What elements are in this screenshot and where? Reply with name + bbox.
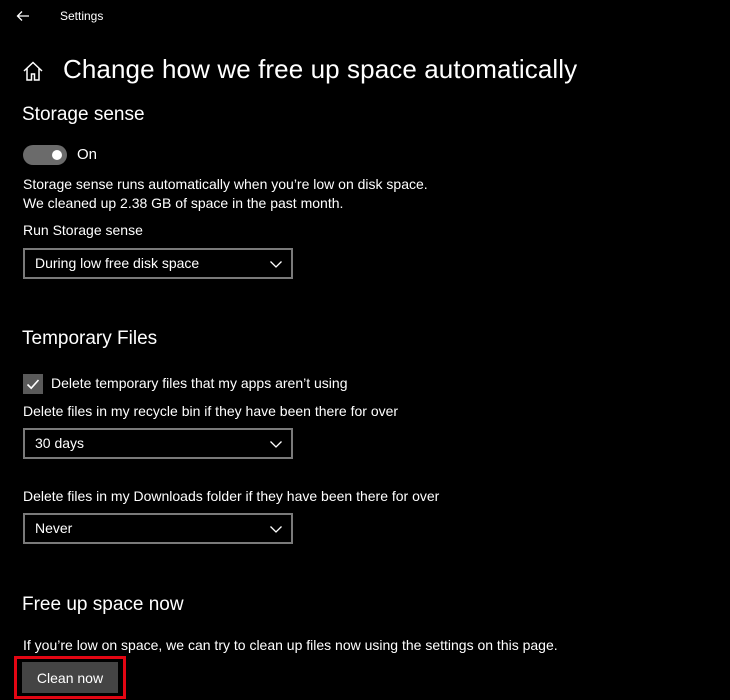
back-arrow-icon <box>16 11 29 21</box>
storage-sense-description-1: Storage sense runs automatically when yo… <box>23 176 428 192</box>
toggle-knob <box>52 150 62 160</box>
free-up-space-description: If you’re low on space, we can try to cl… <box>23 637 558 653</box>
downloads-folder-dropdown[interactable]: Never <box>23 513 293 544</box>
downloads-folder-label: Delete files in my Downloads folder if t… <box>23 488 440 504</box>
free-up-space-heading: Free up space now <box>22 594 184 615</box>
storage-sense-heading: Storage sense <box>22 104 145 125</box>
chevron-down-icon <box>270 441 282 448</box>
back-button[interactable] <box>8 2 38 30</box>
toggle-state-label: On <box>77 146 98 163</box>
checkmark-icon <box>26 379 40 390</box>
temporary-files-heading: Temporary Files <box>22 328 158 349</box>
delete-temp-files-label: Delete temporary files that my apps aren… <box>51 375 348 391</box>
run-storage-sense-label: Run Storage sense <box>23 222 143 238</box>
storage-sense-toggle[interactable] <box>23 145 67 165</box>
chevron-down-icon <box>270 261 282 268</box>
dropdown-value: During low free disk space <box>35 255 200 271</box>
run-storage-sense-dropdown[interactable]: During low free disk space <box>23 248 293 279</box>
window-title: Settings <box>60 9 104 23</box>
storage-sense-description-2: We cleaned up 2.38 GB of space in the pa… <box>23 195 344 211</box>
delete-temp-files-checkbox[interactable] <box>23 374 43 394</box>
home-icon[interactable] <box>22 60 44 82</box>
dropdown-value: 30 days <box>35 435 85 451</box>
recycle-bin-label: Delete files in my recycle bin if they h… <box>23 403 399 419</box>
recycle-bin-dropdown[interactable]: 30 days <box>23 428 293 459</box>
clean-now-button[interactable]: Clean now <box>22 662 118 693</box>
dropdown-value: Never <box>35 520 73 536</box>
page-title: Change how we free up space automaticall… <box>63 54 578 84</box>
chevron-down-icon <box>270 526 282 533</box>
